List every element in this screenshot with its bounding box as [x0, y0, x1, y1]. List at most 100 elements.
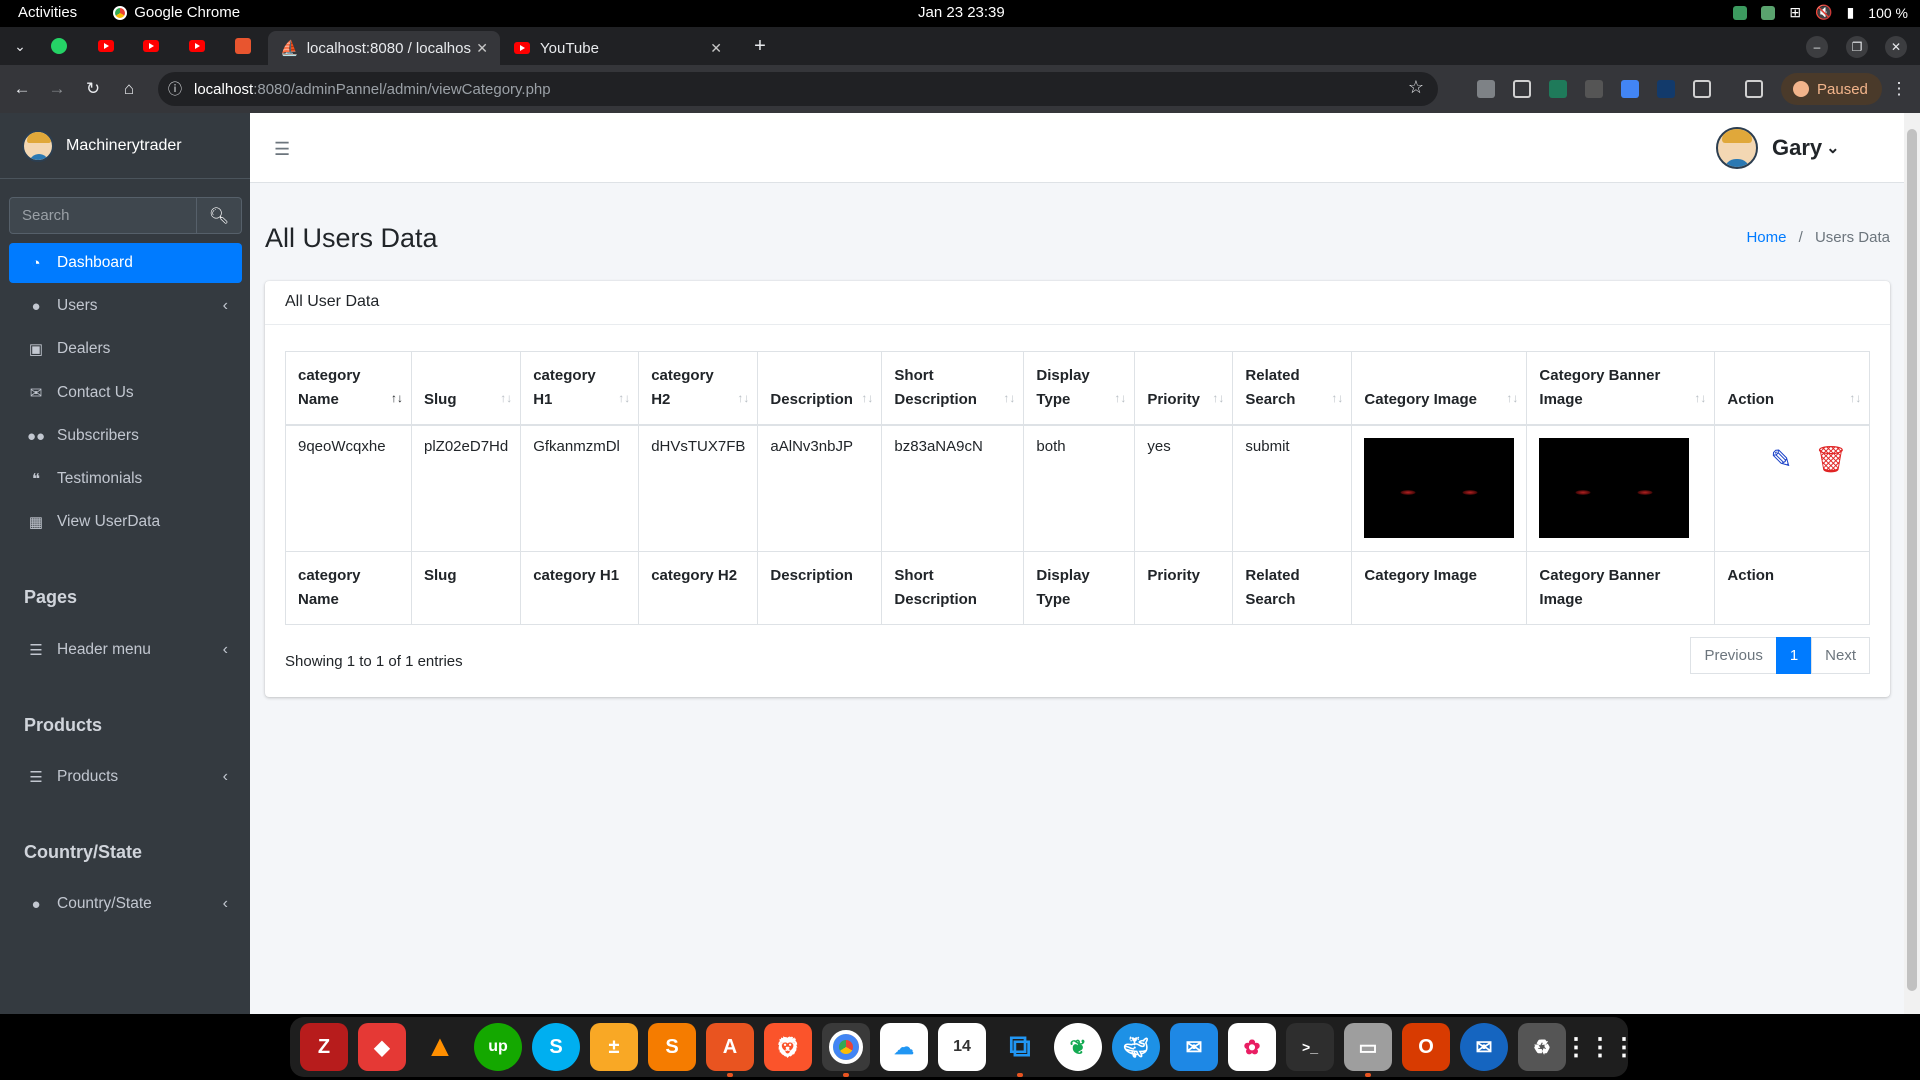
show-apps-icon[interactable]: ⋮⋮⋮	[1564, 1023, 1636, 1071]
sidebar-item-subscribers[interactable]: ●● Subscribers	[9, 416, 242, 456]
clock[interactable]: Jan 23 23:39	[918, 4, 1005, 21]
column-header[interactable]: category H1 ↑↓	[520, 351, 640, 426]
address-bar[interactable]: ⓘ localhost:8080/adminPannel/admin/viewC…	[158, 72, 1438, 106]
bookmark-star-icon[interactable]: ☆	[1408, 77, 1424, 98]
extension-icon[interactable]	[1585, 80, 1603, 98]
category-banner-image[interactable]	[1539, 438, 1690, 538]
youtube-tab-icon[interactable]	[141, 36, 161, 56]
search-button[interactable]: 🔍︎	[197, 197, 242, 234]
tab-youtube[interactable]: YouTube ✕	[502, 31, 734, 65]
mongodb-icon[interactable]: ❦	[1054, 1023, 1102, 1071]
category-image[interactable]	[1364, 438, 1515, 538]
column-header[interactable]: Description ↑↓	[757, 351, 883, 426]
trash-icon[interactable]: ♻	[1518, 1023, 1566, 1071]
calendar-icon[interactable]: 14	[938, 1023, 986, 1071]
user-menu[interactable]: Gary ⌄	[1716, 127, 1840, 169]
vlc-icon[interactable]: ▲	[416, 1023, 464, 1071]
column-header[interactable]: Short Description ↑↓	[881, 351, 1025, 426]
info-icon[interactable]: ⓘ	[168, 79, 182, 99]
sidebar-search-input[interactable]	[9, 197, 197, 234]
translate-icon[interactable]	[1621, 80, 1639, 98]
column-header[interactable]: category Name ↑↓	[285, 351, 412, 426]
extension-icon[interactable]	[1549, 80, 1567, 98]
files-icon[interactable]: ▭	[1344, 1023, 1392, 1077]
column-header[interactable]: Category Image ↑↓	[1351, 351, 1528, 426]
restore-button[interactable]: ❐	[1846, 36, 1868, 58]
youtube-tab-icon[interactable]	[187, 36, 207, 56]
column-header[interactable]: Related Search ↑↓	[1232, 351, 1353, 426]
sidebar-item-contact-us[interactable]: ✉ Contact Us	[9, 373, 242, 413]
column-header[interactable]: Priority ↑↓	[1134, 351, 1234, 426]
sidebar-item-view-userdata[interactable]: ▦ View UserData	[9, 502, 242, 542]
column-header[interactable]: category H2 ↑↓	[638, 351, 759, 426]
edit-icon[interactable]: ✎	[1770, 444, 1792, 475]
delete-icon[interactable]: 🗑︎	[1814, 444, 1847, 475]
sublime-text-icon[interactable]: S	[648, 1023, 696, 1071]
brand-link[interactable]: Machinerytrader	[0, 113, 250, 179]
home-icon[interactable]: ⌂	[118, 79, 140, 99]
column-header[interactable]: Action ↑↓	[1714, 351, 1871, 426]
upwork-icon[interactable]: up	[474, 1023, 522, 1071]
photos-icon[interactable]: ✿	[1228, 1023, 1276, 1071]
mail-icon[interactable]: ✉	[1170, 1023, 1218, 1071]
activities-button[interactable]: Activities	[18, 4, 77, 21]
profile-paused-button[interactable]: Paused	[1781, 73, 1882, 105]
hamburger-menu-icon[interactable]: ☰	[274, 139, 290, 160]
shield-icon[interactable]	[1733, 5, 1748, 20]
close-tab-icon[interactable]: ✕	[710, 40, 722, 57]
battery-icon[interactable]: ▮	[1847, 4, 1855, 21]
vscode-icon[interactable]: ⧉	[996, 1023, 1044, 1077]
tab-localhost[interactable]: ⛵ localhost:8080 / localhos ✕	[268, 31, 500, 65]
previous-page-button[interactable]: Previous	[1690, 637, 1777, 674]
terminal-icon[interactable]: >_	[1286, 1023, 1334, 1071]
close-window-button[interactable]: ✕	[1885, 36, 1907, 58]
sidebar-item-products[interactable]: ☰ Products ‹	[9, 757, 242, 797]
brave-icon[interactable]: 🦁︎	[764, 1023, 812, 1071]
reload-icon[interactable]: ↻	[82, 79, 104, 99]
next-page-button[interactable]: Next	[1811, 637, 1870, 674]
extension-icon[interactable]	[1477, 80, 1495, 98]
page-scrollbar[interactable]	[1904, 113, 1920, 1014]
column-header[interactable]: Slug ↑↓	[410, 351, 522, 426]
vpn-icon[interactable]	[1761, 5, 1776, 20]
puzzle-icon[interactable]	[1693, 80, 1711, 98]
tab-search-icon[interactable]: ⌄	[10, 36, 30, 56]
whatsapp-tab-icon[interactable]	[49, 36, 69, 56]
calculator-icon[interactable]: ±	[590, 1023, 638, 1071]
volume-icon[interactable]: 🔇	[1815, 4, 1832, 21]
page-1-button[interactable]: 1	[1775, 637, 1813, 674]
extension-icon[interactable]	[1657, 80, 1675, 98]
app-menu[interactable]: Google Chrome	[113, 4, 240, 21]
network-icon[interactable]: ⊞	[1789, 4, 1801, 21]
minimize-button[interactable]: –	[1806, 36, 1828, 58]
sidebar-item-users[interactable]: ● Users ‹	[9, 286, 242, 326]
sidebar-item-dashboard[interactable]: ◔ Dashboard	[9, 243, 242, 283]
forward-icon[interactable]: →	[46, 79, 68, 99]
youtube-tab-icon[interactable]	[96, 36, 116, 56]
sidebar-item-header-menu[interactable]: ☰ Header menu ‹	[9, 630, 242, 670]
html-tab-icon[interactable]	[233, 36, 253, 56]
app-center-icon[interactable]: A	[706, 1023, 754, 1077]
scrollbar-thumb[interactable]	[1907, 129, 1917, 991]
breadcrumb-home-link[interactable]: Home	[1746, 229, 1786, 246]
skype-icon[interactable]: S	[532, 1023, 580, 1071]
chrome-icon[interactable]	[822, 1023, 870, 1077]
column-label: Action	[1727, 391, 1775, 408]
anydesk-icon[interactable]: ◆	[358, 1023, 406, 1071]
close-tab-icon[interactable]: ✕	[476, 40, 488, 57]
sidebar-item-testimonials[interactable]: ❝ Testimonials	[9, 459, 242, 499]
thunderbird-icon[interactable]: ✉	[1460, 1023, 1508, 1071]
back-icon[interactable]: ←	[11, 79, 33, 99]
side-panel-icon[interactable]	[1745, 80, 1763, 98]
extension-icon[interactable]	[1513, 80, 1531, 98]
column-header[interactable]: Display Type ↑↓	[1023, 351, 1136, 426]
docker-icon[interactable]: 🐳︎	[1112, 1023, 1160, 1071]
sidebar-item-country-state[interactable]: ● Country/State ‹	[9, 884, 242, 924]
sidebar-item-dealers[interactable]: ▣ Dealers	[9, 329, 242, 369]
icloud-icon[interactable]: ☁	[880, 1023, 928, 1071]
kebab-menu-icon[interactable]: ⋮	[1888, 79, 1910, 99]
filezilla-icon[interactable]: Z	[300, 1023, 348, 1071]
new-tab-button[interactable]: +	[750, 35, 770, 57]
office-icon[interactable]: O	[1402, 1023, 1450, 1071]
column-header[interactable]: Category Banner Image ↑↓	[1526, 351, 1716, 426]
